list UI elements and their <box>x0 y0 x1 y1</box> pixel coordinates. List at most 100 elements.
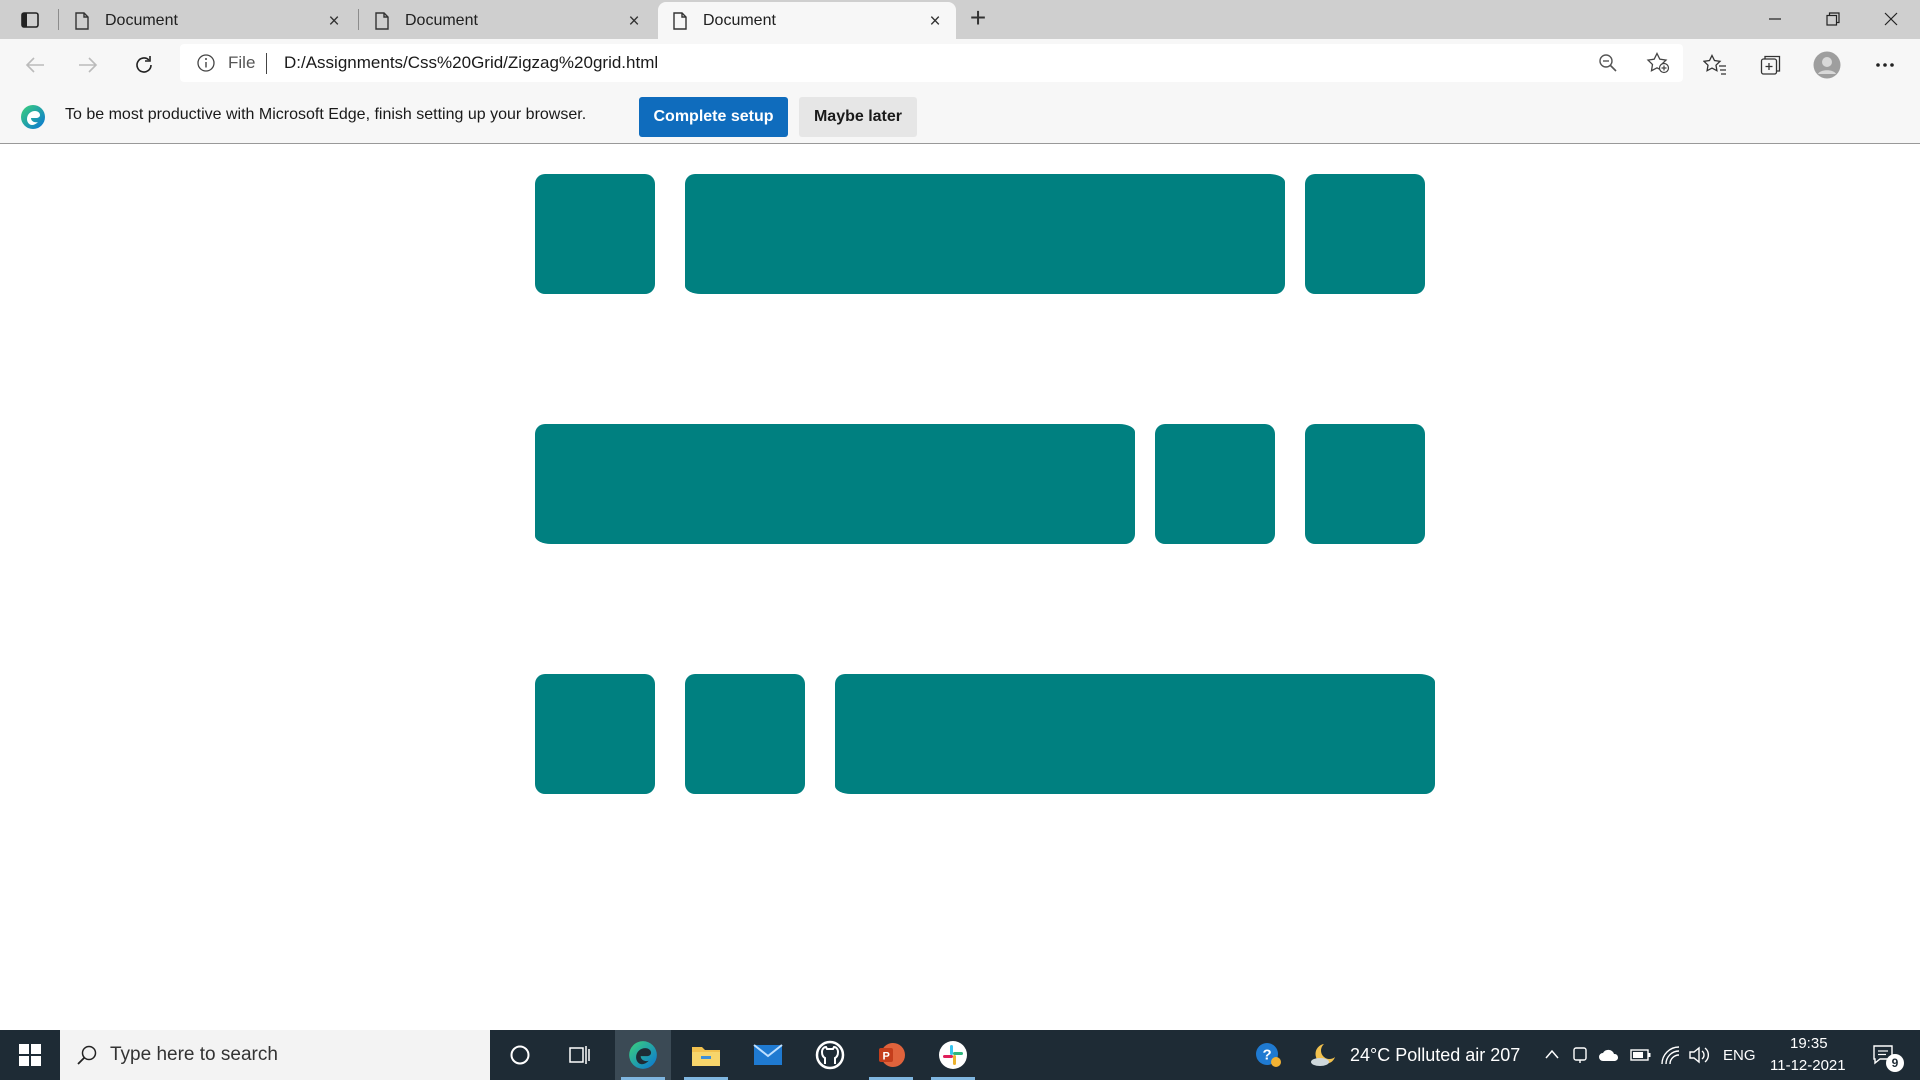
page-icon <box>74 12 90 35</box>
help-icon: ? <box>1256 1043 1281 1067</box>
collections-button[interactable] <box>1756 51 1786 79</box>
favorites-button[interactable] <box>1700 51 1730 79</box>
edge-logo-icon <box>21 105 45 129</box>
back-arrow-icon <box>25 57 44 73</box>
minimize-button[interactable] <box>1752 4 1798 34</box>
svg-text:P: P <box>883 1051 890 1063</box>
grid-box-small <box>685 674 805 794</box>
battery-icon[interactable] <box>1630 1048 1652 1062</box>
taskbar-github-desktop[interactable] <box>802 1030 858 1080</box>
close-tab-icon[interactable]: × <box>624 11 644 33</box>
tab-strip: Document × Document × Document × + <box>0 0 1920 39</box>
restore-icon <box>1826 12 1840 26</box>
close-tab-icon[interactable]: × <box>925 11 945 33</box>
action-center-button[interactable]: 9 <box>1856 1030 1912 1080</box>
search-icon <box>77 1045 97 1065</box>
infobar-message: To be most productive with Microsoft Edg… <box>65 106 587 123</box>
page-icon <box>374 12 390 35</box>
svg-text:?: ? <box>1263 1047 1272 1064</box>
search-placeholder: Type here to search <box>110 1044 278 1065</box>
browser-toolbar: File D:/Assignments/Css%20Grid/Zigzag%20… <box>0 39 1920 89</box>
task-view-icon <box>569 1046 590 1064</box>
tab-title: Document <box>703 12 776 29</box>
grid-box-wide <box>685 174 1285 294</box>
scheme-label: File <box>228 53 256 72</box>
site-info-icon[interactable] <box>196 53 216 78</box>
tab-document-3-active[interactable]: Document × <box>658 2 956 39</box>
zoom-icon[interactable] <box>1598 53 1618 78</box>
url-text[interactable]: D:/Assignments/Css%20Grid/Zigzag%20grid.… <box>284 53 658 73</box>
avatar-icon <box>1813 51 1841 79</box>
refresh-icon <box>136 56 152 73</box>
complete-setup-button[interactable]: Complete setup <box>639 97 788 137</box>
close-icon <box>1884 12 1898 26</box>
address-bar[interactable]: File D:/Assignments/Css%20Grid/Zigzag%20… <box>180 44 1683 82</box>
taskbar-search-box[interactable]: Type here to search <box>60 1030 490 1080</box>
cortana-icon <box>510 1045 530 1065</box>
tab-actions-button[interactable] <box>14 7 46 33</box>
clock-time[interactable]: 19:35 <box>1790 1035 1828 1052</box>
edge-icon <box>629 1041 657 1069</box>
grid-box-wide <box>535 424 1135 544</box>
task-view-button[interactable] <box>552 1030 608 1080</box>
refresh-button[interactable] <box>129 51 159 79</box>
show-hidden-icons-chevron-up-icon[interactable] <box>1544 1048 1560 1060</box>
taskbar-slack[interactable] <box>925 1030 981 1080</box>
start-button[interactable] <box>0 1030 60 1080</box>
grid-box-wide <box>835 674 1435 794</box>
forward-button[interactable] <box>73 51 103 79</box>
tab-document-1[interactable]: Document × <box>60 2 356 39</box>
weather-moon-icon <box>1311 1044 1335 1066</box>
input-language[interactable]: ENG <box>1723 1047 1756 1064</box>
tab-separator <box>58 9 59 30</box>
close-tab-icon[interactable]: × <box>324 11 344 33</box>
edge-setup-infobar: To be most productive with Microsoft Edg… <box>0 89 1920 144</box>
onedrive-cloud-icon[interactable] <box>1598 1048 1620 1062</box>
mail-icon <box>753 1044 783 1065</box>
github-desktop-icon <box>815 1040 845 1070</box>
new-tab-button[interactable]: + <box>964 4 992 33</box>
minimize-icon <box>1769 18 1781 20</box>
favorites-icon <box>1703 54 1726 75</box>
profile-button[interactable] <box>1812 51 1842 79</box>
help-tray-button[interactable]: ? <box>1240 1030 1296 1080</box>
windows-logo-icon <box>19 1044 41 1066</box>
tab-document-2[interactable]: Document × <box>360 2 656 39</box>
taskbar-mail[interactable] <box>740 1030 796 1080</box>
device-tray-icon[interactable] <box>1572 1046 1588 1064</box>
tab-actions-icon <box>21 12 39 28</box>
taskbar-edge[interactable] <box>615 1030 671 1080</box>
tab-title: Document <box>405 12 478 29</box>
close-window-button[interactable] <box>1868 4 1914 34</box>
wifi-icon[interactable] <box>1660 1045 1682 1065</box>
taskbar-powerpoint[interactable]: P <box>863 1030 919 1080</box>
address-separator <box>266 53 267 74</box>
file-explorer-icon <box>692 1047 720 1066</box>
cortana-button[interactable] <box>492 1030 548 1080</box>
page-content <box>0 145 1920 1030</box>
windows-taskbar: Type here to search P ? 24°C Polluted ai… <box>0 1030 1920 1080</box>
grid-box-small <box>1305 174 1425 294</box>
powerpoint-icon: P <box>879 1043 905 1067</box>
tab-title: Document <box>105 12 178 29</box>
weather-status[interactable]: 24°C Polluted air 207 <box>1350 1045 1520 1066</box>
slack-icon <box>939 1041 967 1069</box>
clock-date[interactable]: 11-12-2021 <box>1770 1057 1846 1074</box>
grid-box-small <box>1155 424 1275 544</box>
settings-more-button[interactable] <box>1870 51 1900 79</box>
collections-icon <box>1760 55 1781 75</box>
more-horizontal-icon <box>1876 63 1894 67</box>
add-favorite-icon[interactable] <box>1646 52 1670 79</box>
grid-box-small <box>1305 424 1425 544</box>
volume-icon[interactable] <box>1688 1045 1710 1065</box>
maybe-later-button[interactable]: Maybe later <box>799 97 917 137</box>
grid-box-small <box>535 674 655 794</box>
taskbar-file-explorer[interactable] <box>678 1030 734 1080</box>
back-button[interactable] <box>20 51 50 79</box>
tab-separator <box>358 9 359 30</box>
grid-box-small <box>535 174 655 294</box>
restore-button[interactable] <box>1810 4 1856 34</box>
forward-arrow-icon <box>79 57 98 73</box>
page-icon <box>672 12 688 35</box>
notification-count-badge: 9 <box>1886 1054 1904 1072</box>
